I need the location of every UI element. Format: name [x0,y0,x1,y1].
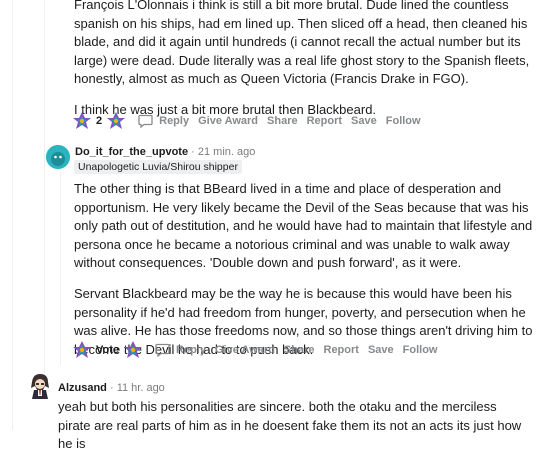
upvote-award-icon[interactable] [72,111,92,131]
avatar[interactable] [26,372,54,400]
downvote-award-icon[interactable] [106,111,126,131]
username[interactable]: Do_it_for_the_upvote [75,146,188,158]
save-button[interactable]: Save [351,115,377,127]
thread-line-inner[interactable] [44,0,45,375]
comment3-body: yeah but both his personalities are sinc… [58,398,528,454]
report-button[interactable]: Report [307,115,342,127]
reply-icon [155,343,170,357]
user-flair: Unapologetic Luvia/Shirou shipper [74,160,242,174]
vote-count: 2 [96,115,103,127]
avatar-character-icon [31,374,49,399]
follow-button[interactable]: Follow [403,344,438,356]
reply-label: Reply [159,115,190,127]
follow-button[interactable]: Follow [386,115,421,127]
reply-label: Reply [176,344,206,356]
save-button[interactable]: Save [368,344,394,356]
comment2-body: The other thing is that BBeard lived in … [74,180,534,359]
reply-button[interactable]: Reply [155,343,206,357]
thread-line-comment2[interactable] [60,172,61,365]
comment1-body: François L'Olonnais i think is still a b… [74,0,534,120]
username[interactable]: Alzusand [58,382,107,394]
thread-line-outer[interactable] [12,0,13,430]
timestamp[interactable]: · 11 hr. ago [110,382,165,394]
share-button[interactable]: Share [267,115,298,127]
avatar[interactable] [46,145,70,169]
comment1-action-bar: 2 Reply Give Award Share Report Save Fol… [72,110,430,132]
upvote-award-icon[interactable] [72,340,92,360]
downvote-award-icon[interactable] [123,340,143,360]
comment2-paragraph1: The other thing is that BBeard lived in … [74,181,533,271]
comment3-meta: Alzusand · 11 hr. ago [58,382,165,394]
reply-button[interactable]: Reply [138,114,189,128]
report-button[interactable]: Report [324,344,359,356]
vote-label: Vote [96,344,120,356]
comment2-action-bar: Vote Reply Give Award Share Report Save … [72,339,446,361]
timestamp[interactable]: · 21 min. ago [191,146,255,158]
comment1-paragraph1: François L'Olonnais i think is still a b… [74,0,530,87]
give-award-button[interactable]: Give Award [215,344,275,356]
comment3-paragraph1: yeah but both his personalities are sinc… [58,399,522,452]
share-button[interactable]: Share [284,344,315,356]
avatar-blue-icon [46,145,70,169]
give-award-button[interactable]: Give Award [198,115,258,127]
comment2-meta: Do_it_for_the_upvote · 21 min. ago [75,146,255,158]
reply-icon [138,114,153,128]
